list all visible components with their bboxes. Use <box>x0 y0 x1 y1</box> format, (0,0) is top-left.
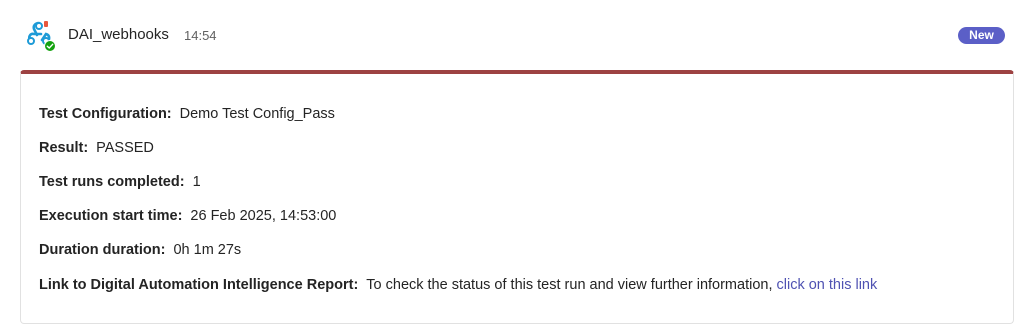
result-row: Result: PASSED <box>39 140 154 156</box>
check-icon <box>44 40 56 52</box>
sender-name[interactable]: DAI_webhooks <box>68 26 169 43</box>
test-configuration-row: Test Configuration: Demo Test Config_Pass <box>39 106 335 122</box>
test-configuration-value: Demo Test Config_Pass <box>179 106 335 122</box>
test-configuration-label: Test Configuration: <box>39 106 172 122</box>
avatar[interactable] <box>25 20 56 52</box>
report-link-label: Link to Digital Automation Intelligence … <box>39 277 359 293</box>
duration-row: Duration duration: 0h 1m 27s <box>39 242 241 258</box>
report-link-row: Link to Digital Automation Intelligence … <box>39 277 877 293</box>
execution-start-row: Execution start time: 26 Feb 2025, 14:53:… <box>39 208 336 224</box>
adaptive-card: Test Configuration: Demo Test Config_Pass… <box>20 70 1014 324</box>
report-link-text: To check the status of this test run and… <box>366 277 773 293</box>
message-header: DAI_webhooks 14:54 New <box>0 0 1034 70</box>
duration-value: 0h 1m 27s <box>173 242 242 258</box>
test-runs-row: Test runs completed: 1 <box>39 174 201 190</box>
test-runs-label: Test runs completed: <box>39 174 185 190</box>
execution-start-value: 26 Feb 2025, 14:53:00 <box>190 208 337 224</box>
execution-start-label: Execution start time: <box>39 208 183 224</box>
new-badge: New <box>958 27 1005 44</box>
message-timestamp: 14:54 <box>184 28 217 43</box>
report-link[interactable]: click on this link <box>777 277 878 293</box>
test-runs-value: 1 <box>192 174 201 190</box>
result-label: Result: <box>39 140 89 156</box>
duration-label: Duration duration: <box>39 242 166 258</box>
result-value: PASSED <box>96 140 154 156</box>
